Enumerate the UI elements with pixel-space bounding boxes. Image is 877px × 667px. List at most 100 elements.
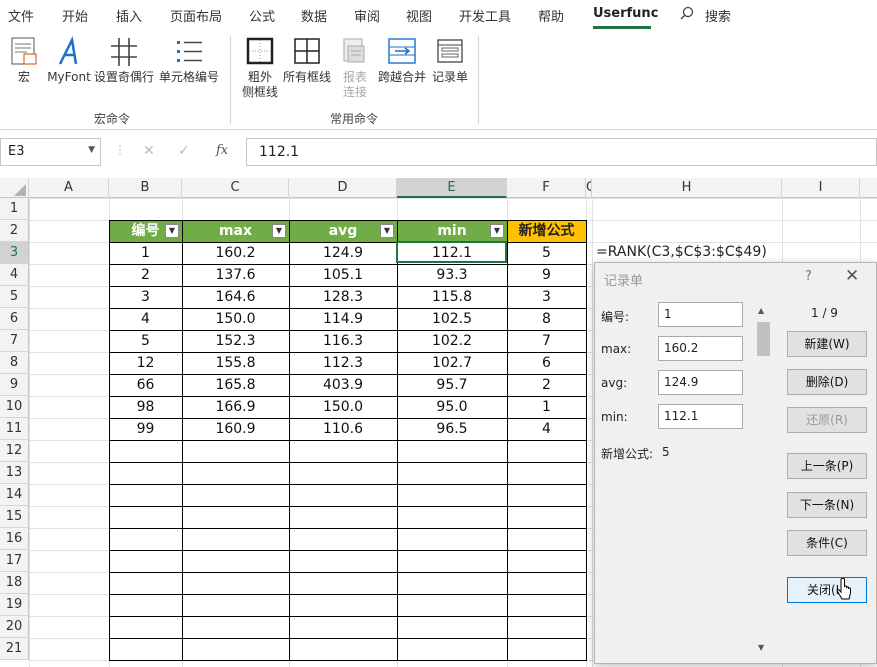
table-cell[interactable]: 164.6	[182, 286, 289, 308]
record-scrollbar[interactable]: ▲ ▼	[755, 303, 772, 658]
restore-button[interactable]: 还原(R)	[787, 407, 867, 433]
table-cell[interactable]: 2	[109, 264, 182, 286]
row-header[interactable]: 21	[0, 638, 29, 660]
table-cell[interactable]: 5	[507, 242, 586, 264]
row-header[interactable]: 17	[0, 550, 29, 572]
table-cell[interactable]: 93.3	[397, 264, 507, 286]
row-header[interactable]: 10	[0, 396, 29, 418]
scroll-down-icon[interactable]: ▼	[758, 643, 764, 652]
table-header-cell[interactable]: avg ▼	[289, 220, 397, 242]
table-cell[interactable]: 3	[507, 286, 586, 308]
table-cell[interactable]: 4	[109, 308, 182, 330]
row-header[interactable]: 11	[0, 418, 29, 440]
table-cell[interactable]: 116.3	[289, 330, 397, 352]
field-input-min[interactable]: 112.1	[658, 404, 743, 429]
table-cell[interactable]: 124.9	[289, 242, 397, 264]
report-connect-button[interactable]: 报表 连接	[336, 36, 374, 100]
table-cell[interactable]: 99	[109, 418, 182, 440]
insert-function-icon[interactable]: fx	[216, 143, 228, 158]
field-input-max[interactable]: 160.2	[658, 336, 743, 361]
table-cell[interactable]: 102.2	[397, 330, 507, 352]
menu-help[interactable]: 帮助	[538, 6, 564, 25]
column-header-e[interactable]: E	[397, 178, 507, 198]
next-button[interactable]: 下一条(N)	[787, 492, 867, 518]
help-icon[interactable]: ?	[805, 269, 812, 284]
table-cell[interactable]: 403.9	[289, 374, 397, 396]
search-label[interactable]: 搜索	[705, 6, 731, 25]
table-cell[interactable]: 9	[507, 264, 586, 286]
table-header-cell[interactable]: min ▼	[397, 220, 507, 242]
row-header[interactable]: 3	[0, 242, 29, 264]
row-header[interactable]: 13	[0, 462, 29, 484]
name-box[interactable]: E3 ▼	[0, 138, 101, 166]
table-cell[interactable]: 1	[507, 396, 586, 418]
table-cell[interactable]: 8	[507, 308, 586, 330]
table-header-cell[interactable]: max ▼	[182, 220, 289, 242]
thick-outer-border-button[interactable]: 粗外 侧框线	[240, 36, 280, 100]
table-cell[interactable]: 66	[109, 374, 182, 396]
formula-note[interactable]: =RANK(C3,$C$3:$C$49)	[596, 241, 767, 263]
table-cell[interactable]: 152.3	[182, 330, 289, 352]
close-button[interactable]: 关闭(L)	[787, 577, 867, 603]
row-header[interactable]: 12	[0, 440, 29, 462]
table-cell[interactable]: 1	[109, 242, 182, 264]
field-input-avg[interactable]: 124.9	[658, 370, 743, 395]
table-cell[interactable]: 128.3	[289, 286, 397, 308]
previous-button[interactable]: 上一条(P)	[787, 453, 867, 479]
myfont-button[interactable]: MyFont	[45, 36, 93, 85]
table-cell[interactable]: 3	[109, 286, 182, 308]
table-cell[interactable]: 102.5	[397, 308, 507, 330]
column-header-h[interactable]: H	[592, 178, 782, 198]
criteria-button[interactable]: 条件(C)	[787, 530, 867, 556]
table-cell[interactable]: 2	[507, 374, 586, 396]
table-cell[interactable]: 102.7	[397, 352, 507, 374]
row-header[interactable]: 2	[0, 220, 29, 242]
filter-dropdown-icon[interactable]: ▼	[165, 224, 179, 238]
row-header[interactable]: 18	[0, 572, 29, 594]
table-cell[interactable]: 5	[109, 330, 182, 352]
menu-userfunc[interactable]: Userfunc	[593, 6, 658, 21]
select-all-corner[interactable]	[0, 178, 29, 198]
row-header[interactable]: 4	[0, 264, 29, 286]
table-header-cell[interactable]: 编号 ▼	[109, 220, 182, 242]
row-header[interactable]: 7	[0, 330, 29, 352]
table-cell[interactable]: 150.0	[182, 308, 289, 330]
row-header[interactable]: 6	[0, 308, 29, 330]
filter-dropdown-icon[interactable]: ▼	[490, 224, 504, 238]
table-cell[interactable]: 166.9	[182, 396, 289, 418]
table-cell[interactable]: 96.5	[397, 418, 507, 440]
row-header[interactable]: 1	[0, 198, 29, 220]
table-cell[interactable]: 112.3	[289, 352, 397, 374]
search-icon[interactable]	[680, 6, 694, 24]
merge-across-button[interactable]: 跨越合并	[376, 36, 428, 85]
cancel-icon[interactable]: ✕	[143, 143, 155, 159]
table-cell[interactable]: 6	[507, 352, 586, 374]
row-header[interactable]: 8	[0, 352, 29, 374]
row-header[interactable]: 14	[0, 484, 29, 506]
table-cell[interactable]: 114.9	[289, 308, 397, 330]
scroll-thumb[interactable]	[757, 322, 770, 356]
table-cell[interactable]: 7	[507, 330, 586, 352]
column-header-c[interactable]: C	[182, 178, 289, 198]
menu-formulas[interactable]: 公式	[249, 6, 275, 25]
all-borders-button[interactable]: 所有框线	[281, 36, 333, 85]
column-header-b[interactable]: B	[109, 178, 182, 198]
column-header-a[interactable]: A	[29, 178, 109, 198]
table-cell[interactable]: 160.9	[182, 418, 289, 440]
table-cell[interactable]: 95.7	[397, 374, 507, 396]
table-cell[interactable]: 110.6	[289, 418, 397, 440]
row-header[interactable]: 19	[0, 594, 29, 616]
scroll-up-icon[interactable]: ▲	[758, 306, 764, 315]
row-header[interactable]: 16	[0, 528, 29, 550]
table-cell[interactable]: 98	[109, 396, 182, 418]
table-cell[interactable]: 155.8	[182, 352, 289, 374]
menu-data[interactable]: 数据	[301, 6, 327, 25]
table-cell[interactable]: 150.0	[289, 396, 397, 418]
new-button[interactable]: 新建(W)	[787, 331, 867, 357]
column-header-f[interactable]: F	[507, 178, 586, 198]
filter-dropdown-icon[interactable]: ▼	[272, 224, 286, 238]
alternate-rows-button[interactable]: 设置奇偶行	[93, 36, 155, 85]
table-cell[interactable]: 165.8	[182, 374, 289, 396]
row-header[interactable]: 9	[0, 374, 29, 396]
column-header-d[interactable]: D	[289, 178, 397, 198]
